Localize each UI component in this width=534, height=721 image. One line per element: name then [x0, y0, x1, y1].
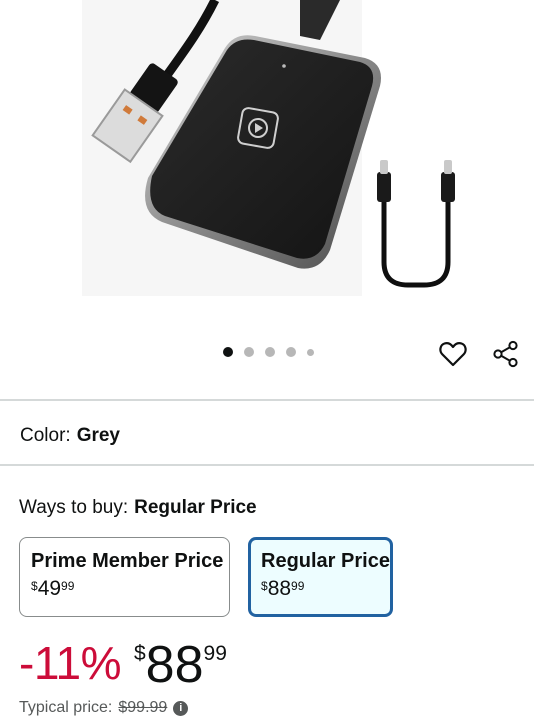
divider	[0, 399, 534, 401]
share-button[interactable]	[490, 338, 522, 370]
carousel-dot[interactable]	[244, 347, 254, 357]
price-fraction: 99	[203, 642, 227, 665]
color-label: Color:	[20, 425, 71, 446]
wishlist-button[interactable]	[437, 338, 469, 370]
product-photo	[82, 0, 455, 296]
ways-to-buy-label: Ways to buy:	[19, 497, 129, 518]
option-price: $ 49 99	[31, 577, 218, 601]
main-price: -11% $ 88 99	[19, 636, 227, 696]
price-fraction: 99	[291, 579, 305, 593]
price-currency: $	[133, 642, 146, 665]
ways-to-buy-value: Regular Price	[134, 497, 257, 518]
heart-icon	[439, 342, 467, 367]
typical-price-value: $99.99	[118, 699, 168, 716]
ways-to-buy: Ways to buy: Regular Price	[19, 497, 257, 519]
carousel-dot[interactable]	[223, 347, 233, 357]
price-whole: 49	[37, 577, 62, 600]
price-currency: $	[261, 579, 268, 593]
price-fraction: 99	[61, 579, 75, 593]
option-price: $ 88 99	[261, 577, 380, 601]
price-currency: $	[31, 579, 38, 593]
discount-percent: -11%	[19, 637, 121, 689]
carousel-indicator[interactable]	[223, 347, 325, 357]
price-whole: 88	[267, 577, 292, 600]
current-price: $ 88 99	[134, 636, 227, 694]
regular-price-option[interactable]: Regular Price $ 88 99	[248, 537, 393, 617]
carousel-dot[interactable]	[265, 347, 275, 357]
price-whole: 88	[145, 636, 204, 694]
option-title: Prime Member Price	[31, 550, 224, 572]
color-value: Grey	[76, 425, 120, 446]
prime-member-price-option[interactable]: Prime Member Price $ 49 99	[19, 537, 230, 617]
typical-price-label: Typical price:	[19, 699, 113, 716]
color-selector[interactable]: Color: Grey	[20, 425, 120, 447]
carousel-dot[interactable]	[307, 348, 314, 356]
divider	[0, 464, 534, 466]
typical-price: Typical price: $99.99 i	[19, 699, 189, 717]
product-image[interactable]	[0, 0, 534, 330]
option-title: Regular Price	[261, 550, 390, 572]
info-icon[interactable]: i	[173, 700, 189, 716]
carousel-dot[interactable]	[286, 347, 296, 357]
share-icon	[493, 340, 518, 368]
